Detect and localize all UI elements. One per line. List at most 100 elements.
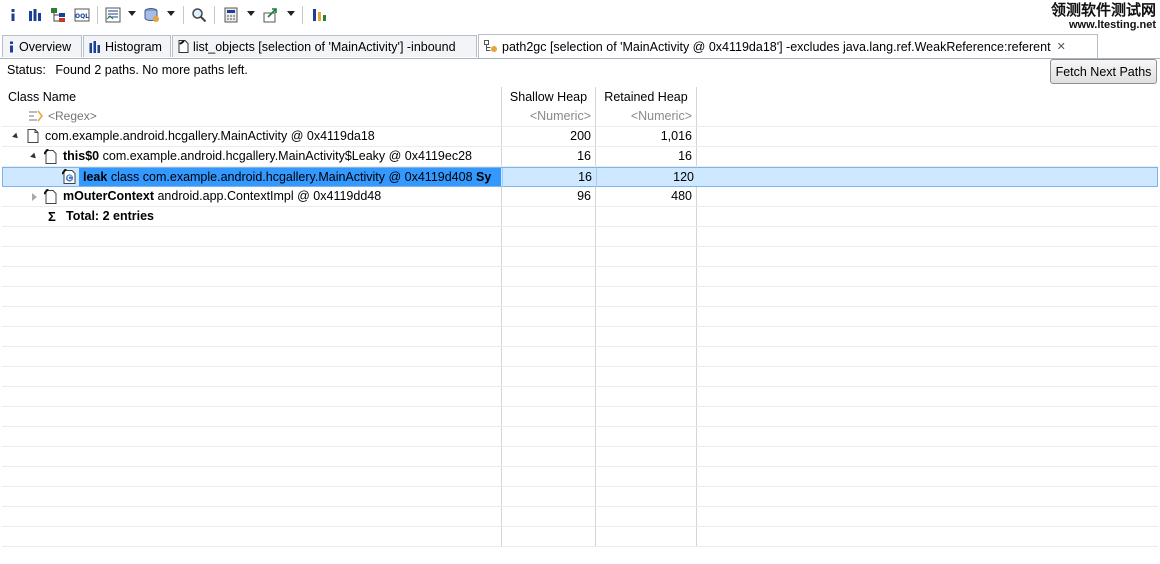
table-header: Class Name Shallow Heap Retained Heap — [2, 87, 1158, 107]
row-text: com.example.android.hcgallery.MainActivi… — [45, 129, 375, 143]
close-icon[interactable]: ✕ — [1057, 40, 1066, 53]
export-icon[interactable] — [262, 5, 280, 25]
table-row[interactable]: this$0 com.example.android.hcgallery.Mai… — [2, 147, 1158, 167]
empty-row — [2, 387, 1158, 407]
total-cell: Σ Total: 2 entries — [2, 207, 502, 226]
selected-label: leak class com.example.android.hcgallery… — [79, 168, 501, 186]
table-row[interactable]: mOuterContext android.app.ContextImpl @ … — [2, 187, 1158, 207]
chevron-down-icon[interactable] — [128, 11, 136, 16]
empty-row — [2, 407, 1158, 427]
object-reference-icon — [43, 188, 57, 206]
query-browser-icon[interactable] — [143, 5, 161, 25]
empty-cell — [596, 367, 697, 386]
empty-cell — [2, 407, 502, 426]
column-header-class-name[interactable]: Class Name — [2, 87, 502, 107]
empty-cell — [2, 387, 502, 406]
empty-cell — [2, 347, 502, 366]
filter-cell — [2, 107, 502, 126]
table-row-selected[interactable]: C leak class com.example.android.hcgalle… — [2, 167, 1158, 187]
watermark: 领测软件测试网 www.ltesting.net — [1051, 3, 1156, 31]
status-text: Found 2 paths. No more paths left. — [55, 63, 248, 77]
empty-row — [2, 327, 1158, 347]
watermark-url: www.ltesting.net — [1069, 19, 1156, 31]
path2gc-icon — [484, 40, 498, 53]
oql-icon[interactable]: OQL — [73, 5, 91, 25]
status-line: Status: Found 2 paths. No more paths lef… — [7, 63, 248, 77]
empty-cell — [2, 227, 502, 246]
expand-toggle[interactable] — [30, 152, 38, 161]
empty-cell — [596, 307, 697, 326]
empty-cell — [502, 327, 596, 346]
status-label: Status: — [7, 63, 46, 77]
class-name-cell: C leak class com.example.android.hcgalle… — [3, 168, 503, 187]
shallow-heap-filter-input[interactable]: <Numeric> — [502, 107, 596, 126]
tab-histogram[interactable]: Histogram — [83, 35, 171, 57]
expand-toggle[interactable] — [32, 193, 37, 201]
chevron-down-icon[interactable] — [287, 11, 295, 16]
empty-cell — [596, 467, 697, 486]
calculator-icon[interactable] — [222, 5, 240, 25]
column-header-shallow-heap[interactable]: Shallow Heap — [502, 87, 596, 107]
dominator-tree-icon[interactable] — [49, 5, 67, 25]
empty-cell — [2, 427, 502, 446]
empty-cell — [596, 227, 697, 246]
toolbar: OQL 领测软件测试网 www.ltesting.net — [0, 0, 1160, 31]
empty-row — [2, 527, 1158, 547]
list-objects-icon — [178, 40, 189, 53]
info-icon[interactable] — [6, 5, 20, 25]
empty-cell — [502, 407, 596, 426]
empty-cell — [596, 247, 697, 266]
empty-cell — [596, 267, 697, 286]
sigma-icon: Σ — [48, 209, 56, 224]
field-name: mOuterContext — [63, 189, 154, 203]
watermark-title: 领测软件测试网 — [1050, 1, 1156, 19]
retained-heap-filter-input[interactable]: <Numeric> — [596, 107, 697, 126]
chevron-down-icon[interactable] — [247, 11, 255, 16]
class-name-cell: this$0 com.example.android.hcgallery.Mai… — [2, 147, 502, 166]
total-row: Σ Total: 2 entries — [2, 207, 1158, 227]
tab-label: Histogram — [105, 39, 162, 54]
table-row[interactable]: com.example.android.hcgallery.MainActivi… — [2, 127, 1158, 147]
search-icon[interactable] — [190, 5, 208, 25]
empty-cell — [502, 287, 596, 306]
column-header-retained-heap[interactable]: Retained Heap — [596, 87, 697, 107]
fetch-next-paths-button[interactable]: Fetch Next Paths — [1050, 59, 1157, 84]
object-icon — [27, 129, 39, 146]
editor-tabs: Overview Histogram list_objects [selecti… — [0, 34, 1160, 59]
empty-cell — [2, 507, 502, 526]
row-suffix: Sy — [476, 170, 492, 184]
object-reference-icon — [43, 148, 57, 166]
empty-row — [2, 427, 1158, 447]
empty-row — [2, 347, 1158, 367]
tab-list-objects[interactable]: list_objects [selection of 'MainActivity… — [172, 35, 477, 57]
empty-cell — [2, 487, 502, 506]
thread-overview-icon[interactable] — [104, 5, 122, 25]
empty-cell — [502, 467, 596, 486]
empty-row — [2, 267, 1158, 287]
chevron-down-icon[interactable] — [167, 11, 175, 16]
histogram-icon[interactable] — [27, 5, 43, 25]
shallow-heap-cell: 200 — [502, 127, 596, 146]
empty-cell — [596, 487, 697, 506]
retained-heap-cell: 16 — [596, 147, 697, 166]
empty-cell — [596, 287, 697, 306]
empty-cell — [2, 527, 502, 546]
empty-row — [2, 307, 1158, 327]
tab-overview[interactable]: Overview — [2, 35, 82, 57]
total-text: Total: 2 entries — [66, 209, 154, 223]
empty-rows — [2, 227, 1158, 547]
expand-toggle[interactable] — [12, 132, 20, 141]
class-name-filter-input[interactable] — [48, 108, 488, 124]
class-name-cell: com.example.android.hcgallery.MainActivi… — [2, 127, 502, 146]
row-text: class com.example.android.hcgallery.Main… — [110, 170, 473, 184]
group-by-icon[interactable] — [310, 5, 328, 25]
tab-path2gc[interactable]: path2gc [selection of 'MainActivity @ 0x… — [478, 34, 1098, 58]
empty-cell — [596, 447, 697, 466]
empty-cell — [502, 527, 596, 546]
empty-row — [2, 227, 1158, 247]
empty-cell — [502, 307, 596, 326]
retained-heap-cell: 120 — [673, 170, 694, 184]
class-object-icon: C — [61, 168, 77, 187]
row-label: mOuterContext android.app.ContextImpl @ … — [63, 187, 381, 206]
empty-cell — [596, 347, 697, 366]
